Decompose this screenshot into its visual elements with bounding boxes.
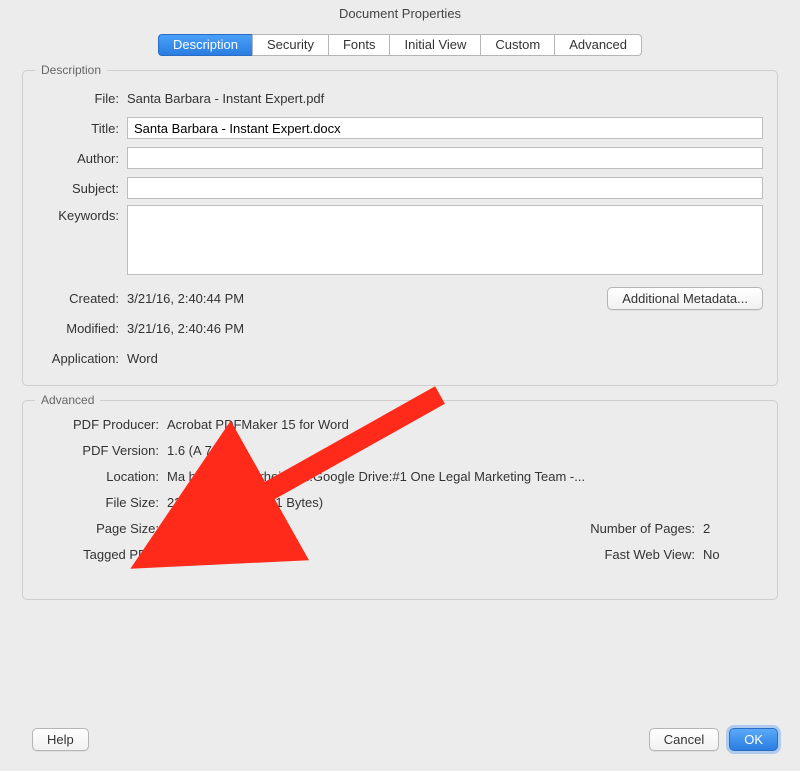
subject-input[interactable] <box>127 177 763 199</box>
tab-security[interactable]: Security <box>252 34 328 56</box>
subject-label: Subject: <box>37 181 127 196</box>
title-input[interactable] <box>127 117 763 139</box>
title-label: Title: <box>37 121 127 136</box>
tab-bar: Description Security Fonts Initial View … <box>0 34 800 56</box>
file-label: File: <box>37 91 127 106</box>
description-group-title: Description <box>35 63 107 77</box>
author-input[interactable] <box>127 147 763 169</box>
fast-web-view-label: Fast Web View: <box>604 547 703 562</box>
advanced-group: Advanced PDF Producer: Acrobat PDFMaker … <box>22 400 778 600</box>
description-group: Description File: Santa Barbara - Instan… <box>22 70 778 386</box>
tab-advanced[interactable]: Advanced <box>554 34 642 56</box>
tab-fonts[interactable]: Fonts <box>328 34 390 56</box>
advanced-group-title: Advanced <box>35 393 100 407</box>
keywords-label: Keywords: <box>37 205 127 223</box>
modified-label: Modified: <box>37 321 127 336</box>
number-of-pages-value: 2 <box>703 521 743 536</box>
modified-value: 3/21/16, 2:40:46 PM <box>127 321 763 336</box>
page-size-label: Page Size: <box>37 521 167 536</box>
tab-custom[interactable]: Custom <box>480 34 554 56</box>
number-of-pages-label: Number of Pages: <box>590 521 703 536</box>
page-size-value: 8.50 x 10.99 in <box>167 521 367 536</box>
location-value: Ma h HD:Users:rheinrich:Google Drive:#1 … <box>167 469 763 484</box>
pdf-version-label: PDF Version: <box>37 443 167 458</box>
cancel-button[interactable]: Cancel <box>649 728 719 751</box>
help-button[interactable]: Help <box>32 728 89 751</box>
fast-web-view-value: No <box>703 547 743 562</box>
author-label: Author: <box>37 151 127 166</box>
application-value: Word <box>127 351 763 366</box>
created-label: Created: <box>37 291 127 306</box>
location-label: Location: <box>37 469 167 484</box>
file-size-value: 222.50 KB (227,841 Bytes) <box>167 495 763 510</box>
keywords-input[interactable] <box>127 205 763 275</box>
ok-button[interactable]: OK <box>729 728 778 751</box>
file-value: Santa Barbara - Instant Expert.pdf <box>127 91 763 106</box>
pdf-version-value: 1.6 (A 7.x) <box>167 443 763 458</box>
application-label: Application: <box>37 351 127 366</box>
tagged-pdf-label: Tagged PDF: <box>37 547 167 562</box>
tab-initial-view[interactable]: Initial View <box>389 34 480 56</box>
tagged-pdf-value: No <box>167 547 367 562</box>
dialog-footer: Help Cancel OK <box>22 728 778 751</box>
pdf-producer-label: PDF Producer: <box>37 417 167 432</box>
file-size-label: File Size: <box>37 495 167 510</box>
pdf-producer-value: Acrobat PDFMaker 15 for Word <box>167 417 763 432</box>
created-value: 3/21/16, 2:40:44 PM <box>127 291 607 306</box>
window-title: Document Properties <box>0 0 800 28</box>
additional-metadata-button[interactable]: Additional Metadata... <box>607 287 763 310</box>
tab-description[interactable]: Description <box>158 34 252 56</box>
